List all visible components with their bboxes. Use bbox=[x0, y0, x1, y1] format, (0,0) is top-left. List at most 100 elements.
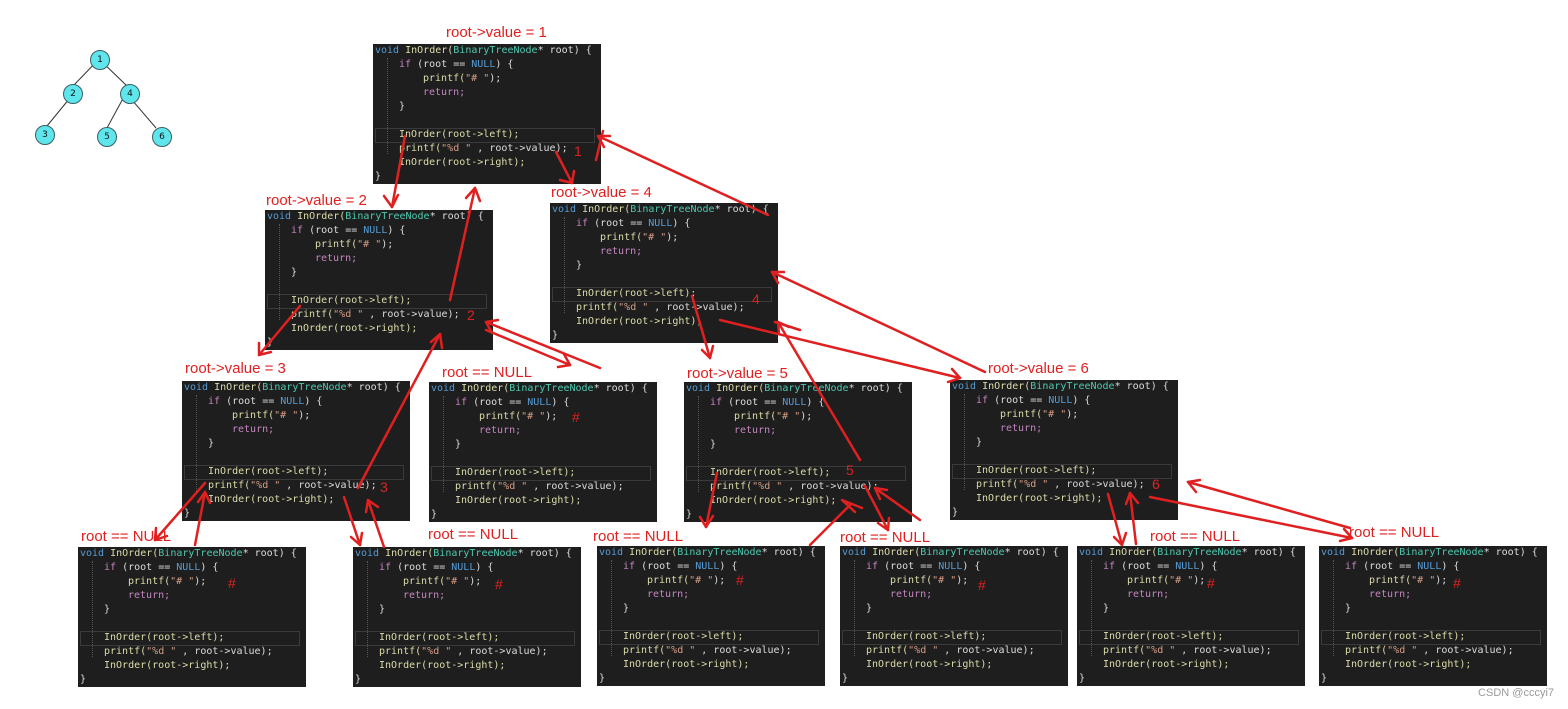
code-line-printf-value: printf("%d " , root->value); bbox=[1103, 645, 1272, 656]
code-line-close-fn: } bbox=[842, 673, 849, 684]
label-null-left-of-5: root == NULL bbox=[593, 528, 684, 545]
code-line-close-fn: } bbox=[1079, 673, 1086, 684]
code-line-signature: void InOrder(BinaryTreeNode* root) { bbox=[599, 547, 816, 558]
code-line-return: return; bbox=[890, 589, 933, 600]
code-line-if: if (root == NULL) { bbox=[379, 562, 494, 573]
step-mark-6: 6 bbox=[1152, 476, 1160, 492]
code-line-inorder-left: InOrder(root->left); bbox=[576, 288, 697, 299]
code-line-close-fn: } bbox=[599, 673, 606, 684]
hash-mark: # bbox=[572, 409, 580, 425]
code-line-inorder-right: InOrder(root->right); bbox=[455, 495, 582, 506]
code-line-return: return; bbox=[734, 425, 777, 436]
arrowhead bbox=[349, 531, 364, 547]
code-line-printf-value: printf("%d " , root->value); bbox=[576, 302, 745, 313]
code-line-close-if: } bbox=[976, 437, 983, 448]
code-line-close-if: } bbox=[866, 603, 873, 614]
code-line-if: if (root == NULL) { bbox=[623, 561, 738, 572]
code-panel-root-4: void InOrder(BinaryTreeNode* root) { if … bbox=[550, 203, 778, 343]
code-line-inorder-right: InOrder(root->right); bbox=[399, 157, 526, 168]
step-mark-3: 3 bbox=[380, 479, 388, 495]
code-line-inorder-right: InOrder(root->right); bbox=[710, 495, 837, 506]
code-line-inorder-right: InOrder(root->right); bbox=[379, 660, 506, 671]
code-line-return: return; bbox=[479, 425, 522, 436]
hash-mark: # bbox=[1453, 575, 1461, 591]
tree-node-2: 2 bbox=[63, 84, 83, 104]
code-line-inorder-right: InOrder(root->right); bbox=[291, 323, 418, 334]
code-line-inorder-left: InOrder(root->left); bbox=[1345, 631, 1466, 642]
code-panel-null-right-of-5: void InOrder(BinaryTreeNode* root) { if … bbox=[840, 546, 1068, 686]
code-panel-root-5: void InOrder(BinaryTreeNode* root) { if … bbox=[684, 382, 912, 522]
hash-mark: # bbox=[978, 577, 986, 593]
code-line-signature: void InOrder(BinaryTreeNode* root) { bbox=[80, 548, 297, 559]
hash-mark: # bbox=[736, 572, 744, 588]
arrowhead bbox=[700, 344, 715, 360]
code-line-close-fn: } bbox=[1321, 673, 1328, 684]
code-line-return: return; bbox=[1369, 589, 1412, 600]
code-line-if: if (root == NULL) { bbox=[455, 397, 570, 408]
code-line-inorder-right: InOrder(root->right); bbox=[1103, 659, 1230, 670]
label-null-right-of-5: root == NULL bbox=[840, 529, 931, 546]
code-line-signature: void InOrder(BinaryTreeNode* root) { bbox=[1321, 547, 1538, 558]
code-line-printf-hash: printf("# "); bbox=[600, 232, 679, 243]
code-line-printf-value: printf("%d " , root->value); bbox=[291, 309, 460, 320]
tree-node-1: 1 bbox=[90, 50, 110, 70]
code-line-if: if (root == NULL) { bbox=[399, 59, 514, 70]
code-line-inorder-left: InOrder(root->left); bbox=[1103, 631, 1224, 642]
code-line-signature: void InOrder(BinaryTreeNode* root) { bbox=[184, 382, 401, 393]
code-line-if: if (root == NULL) { bbox=[710, 397, 825, 408]
code-panel-root-2: void InOrder(BinaryTreeNode* root) { if … bbox=[265, 210, 493, 350]
code-line-signature: void InOrder(BinaryTreeNode* root) { bbox=[267, 211, 484, 222]
code-line-close-fn: } bbox=[431, 509, 438, 520]
step-mark-5: 5 bbox=[846, 462, 854, 478]
tree-node-5: 5 bbox=[97, 127, 117, 147]
code-line-close-if: } bbox=[1345, 603, 1352, 614]
code-line-close-fn: } bbox=[355, 674, 362, 685]
code-line-close-if: } bbox=[710, 439, 717, 450]
code-line-close-fn: } bbox=[375, 171, 382, 182]
code-line-inorder-right: InOrder(root->right); bbox=[208, 494, 335, 505]
code-line-printf-hash: printf("# "); bbox=[734, 411, 813, 422]
code-line-printf-hash: printf("# "); bbox=[128, 576, 207, 587]
code-panel-root-3: void InOrder(BinaryTreeNode* root) { if … bbox=[182, 381, 410, 521]
tree-node-6: 6 bbox=[152, 127, 172, 147]
code-line-inorder-left: InOrder(root->left); bbox=[866, 631, 987, 642]
code-line-return: return; bbox=[600, 246, 643, 257]
code-line-printf-value: printf("%d " , root->value); bbox=[208, 480, 377, 491]
code-line-close-if: } bbox=[291, 267, 298, 278]
code-line-printf-value: printf("%d " , root->value); bbox=[623, 645, 792, 656]
code-panel-root-1: void InOrder(BinaryTreeNode* root) { if … bbox=[373, 44, 601, 184]
step-mark-4: 4 bbox=[752, 291, 760, 307]
code-line-inorder-left: InOrder(root->left); bbox=[379, 632, 500, 643]
label-null-left-of-6: root == NULL bbox=[1150, 528, 1241, 545]
code-line-printf-hash: printf("# "); bbox=[232, 410, 311, 421]
code-line-signature: void InOrder(BinaryTreeNode* root) { bbox=[355, 548, 572, 559]
hash-mark: # bbox=[1207, 575, 1215, 591]
code-line-printf-hash: printf("# "); bbox=[403, 576, 482, 587]
arrowhead bbox=[556, 352, 572, 369]
tree-node-3: 3 bbox=[35, 125, 55, 145]
code-line-signature: void InOrder(BinaryTreeNode* root) { bbox=[375, 45, 592, 56]
arrow bbox=[773, 320, 802, 332]
code-line-close-fn: } bbox=[184, 508, 191, 519]
code-panel-null-left-of-3: void InOrder(BinaryTreeNode* root) { if … bbox=[78, 547, 306, 687]
code-line-printf-hash: printf("# "); bbox=[315, 239, 394, 250]
code-line-inorder-right: InOrder(root->right); bbox=[976, 493, 1103, 504]
label-null-right-of-2: root == NULL bbox=[442, 364, 533, 381]
label-root-2: root->value = 2 bbox=[266, 192, 367, 209]
code-line-printf-hash: printf("# "); bbox=[1369, 575, 1448, 586]
code-line-inorder-left: InOrder(root->left); bbox=[623, 631, 744, 642]
code-line-close-if: } bbox=[576, 260, 583, 271]
code-line-printf-value: printf("%d " , root->value); bbox=[976, 479, 1145, 490]
label-root-5: root->value = 5 bbox=[687, 365, 788, 382]
step-mark-1: 1 bbox=[574, 143, 582, 159]
code-line-return: return; bbox=[128, 590, 171, 601]
code-line-signature: void InOrder(BinaryTreeNode* root) { bbox=[952, 381, 1169, 392]
code-line-signature: void InOrder(BinaryTreeNode* root) { bbox=[552, 204, 769, 215]
code-line-inorder-right: InOrder(root->right); bbox=[576, 316, 703, 327]
code-line-close-fn: } bbox=[686, 509, 693, 520]
code-line-if: if (root == NULL) { bbox=[866, 561, 981, 572]
code-line-close-fn: } bbox=[267, 337, 274, 348]
code-line-return: return; bbox=[315, 253, 358, 264]
code-line-close-if: } bbox=[379, 604, 386, 615]
code-panel-null-right-of-6: void InOrder(BinaryTreeNode* root) { if … bbox=[1319, 546, 1547, 686]
